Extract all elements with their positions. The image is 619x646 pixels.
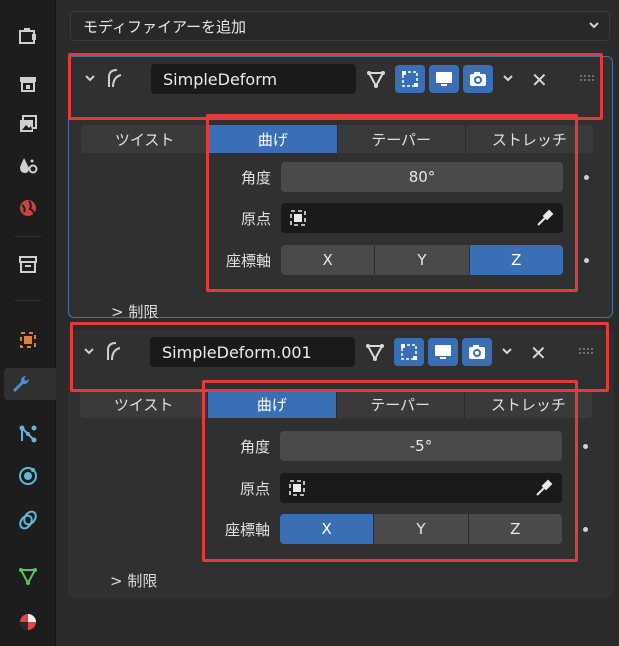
angle-slider[interactable]: 80° (281, 162, 563, 192)
modifier-panel: SimpleDeform ✕ ツイスト 曲げ テーパー ストレッチ 角度 80°… (68, 56, 613, 321)
particles-icon[interactable] (12, 418, 44, 450)
keyframe-dot[interactable] (584, 258, 589, 263)
render-toggle[interactable] (462, 338, 492, 366)
camera-icon (470, 72, 486, 86)
eyedropper-icon[interactable] (534, 478, 554, 498)
origin-object-field[interactable] (280, 473, 562, 503)
keyframe-dot[interactable] (583, 527, 588, 532)
axis-row: 座標軸 X Y Z (204, 514, 562, 544)
collection-icon[interactable] (12, 248, 44, 280)
deform-method-tabs: ツイスト 曲げ テーパー ストレッチ (80, 390, 592, 418)
remove-modifier-close-icon[interactable]: ✕ (530, 341, 547, 365)
chevron-right-icon: > (111, 303, 124, 321)
drag-handle-icon[interactable] (578, 347, 594, 355)
axis-x-button[interactable]: X (280, 514, 375, 544)
chevron-down-icon[interactable] (82, 344, 96, 358)
monitor-icon (435, 345, 451, 359)
tab-bend[interactable]: 曲げ (209, 125, 338, 153)
edit-mode-cage-toggle[interactable] (360, 338, 390, 366)
tab-twist[interactable]: ツイスト (81, 125, 210, 153)
material-icon[interactable] (12, 606, 44, 638)
tool-icon[interactable] (12, 20, 44, 52)
angle-row: 角度 80° (205, 162, 563, 192)
modifier-properties-panel: モディファイアーを追加 SimpleDeform ✕ ツイスト 曲げ テーパー … (56, 0, 619, 646)
keyframe-dot[interactable] (583, 444, 588, 449)
tab-taper[interactable]: テーパー (337, 125, 466, 153)
axis-z-button[interactable]: Z (469, 245, 563, 275)
chevron-right-icon: > (110, 572, 123, 590)
keyframe-dot[interactable] (584, 175, 589, 180)
eyedropper-icon[interactable] (535, 208, 555, 228)
axis-z-button[interactable]: Z (468, 514, 562, 544)
remove-modifier-close-icon[interactable]: ✕ (531, 68, 548, 92)
vertex-triangle-icon (366, 344, 384, 362)
axis-label: 座標軸 (224, 520, 270, 539)
deform-axis-selector: X Y Z (281, 245, 563, 275)
object-icon[interactable] (12, 324, 44, 356)
modifier-name-field[interactable]: SimpleDeform (151, 64, 356, 94)
edit-mode-icon (401, 344, 417, 360)
axis-label: 座標軸 (225, 251, 271, 270)
edit-mode-cage-toggle[interactable] (361, 65, 391, 93)
drag-handle-icon[interactable] (579, 74, 595, 82)
limits-label: 制限 (128, 303, 159, 321)
origin-row: 原点 (204, 473, 562, 503)
tab-bend[interactable]: 曲げ (208, 390, 337, 418)
scene-icon[interactable] (12, 192, 44, 224)
origin-row: 原点 (205, 203, 563, 233)
angle-row: 角度 -5° (204, 431, 562, 461)
modifier-menu-chevron-icon[interactable] (501, 71, 515, 85)
constraints-icon[interactable] (12, 504, 44, 536)
axis-y-button[interactable]: Y (374, 514, 469, 544)
chevron-down-icon (589, 22, 599, 29)
edit-mode-toggle[interactable] (394, 338, 424, 366)
axis-y-button[interactable]: Y (375, 245, 470, 275)
data-icon[interactable] (12, 560, 44, 592)
chevron-down-icon[interactable] (83, 71, 97, 85)
limits-subpanel-toggle[interactable]: > 制限 (111, 301, 158, 322)
modifier-menu-chevron-icon[interactable] (500, 344, 514, 358)
render-icon[interactable] (12, 68, 44, 100)
origin-label: 原点 (239, 479, 270, 498)
origin-object-field[interactable] (281, 203, 563, 233)
axis-x-button[interactable]: X (281, 245, 376, 275)
limits-label: 制限 (127, 572, 158, 590)
properties-tab-sidebar (0, 0, 56, 646)
tab-twist[interactable]: ツイスト (80, 390, 209, 418)
angle-label: 角度 (240, 168, 271, 187)
axis-row: 座標軸 X Y Z (205, 245, 563, 275)
origin-label: 原点 (240, 209, 271, 228)
deform-method-tabs: ツイスト 曲げ テーパー ストレッチ (81, 125, 593, 153)
realtime-viewport-toggle[interactable] (429, 65, 459, 93)
deform-axis-selector: X Y Z (280, 514, 562, 544)
output-icon[interactable] (12, 108, 44, 140)
angle-label: 角度 (239, 437, 270, 456)
modifier-panel: SimpleDeform.001 ✕ ツイスト 曲げ テーパー ストレッチ 角度… (68, 330, 613, 598)
view-layer-icon[interactable] (12, 150, 44, 182)
add-modifier-dropdown[interactable]: モディファイアーを追加 (70, 11, 610, 41)
limits-subpanel-toggle[interactable]: > 制限 (110, 570, 157, 591)
simple-deform-icon (108, 69, 122, 88)
angle-slider[interactable]: -5° (280, 431, 562, 461)
camera-icon (469, 345, 485, 359)
tab-stretch[interactable]: ストレッチ (465, 125, 593, 153)
tab-stretch[interactable]: ストレッチ (464, 390, 592, 418)
add-modifier-label: モディファイアーを追加 (83, 17, 247, 36)
simple-deform-icon (107, 342, 121, 361)
realtime-viewport-toggle[interactable] (428, 338, 458, 366)
edit-mode-icon (402, 71, 418, 87)
modifier-header: SimpleDeform ✕ (69, 57, 612, 101)
edit-mode-toggle[interactable] (395, 65, 425, 93)
monitor-icon (436, 72, 452, 86)
physics-icon[interactable] (12, 460, 44, 492)
tab-taper[interactable]: テーパー (336, 390, 465, 418)
object-icon (290, 210, 306, 226)
modifier-name-field[interactable]: SimpleDeform.001 (150, 337, 355, 367)
modifier-header: SimpleDeform.001 ✕ (68, 330, 613, 374)
object-icon (289, 480, 305, 496)
vertex-triangle-icon (367, 71, 385, 89)
modifier-wrench-icon[interactable] (4, 368, 56, 400)
render-toggle[interactable] (463, 65, 493, 93)
